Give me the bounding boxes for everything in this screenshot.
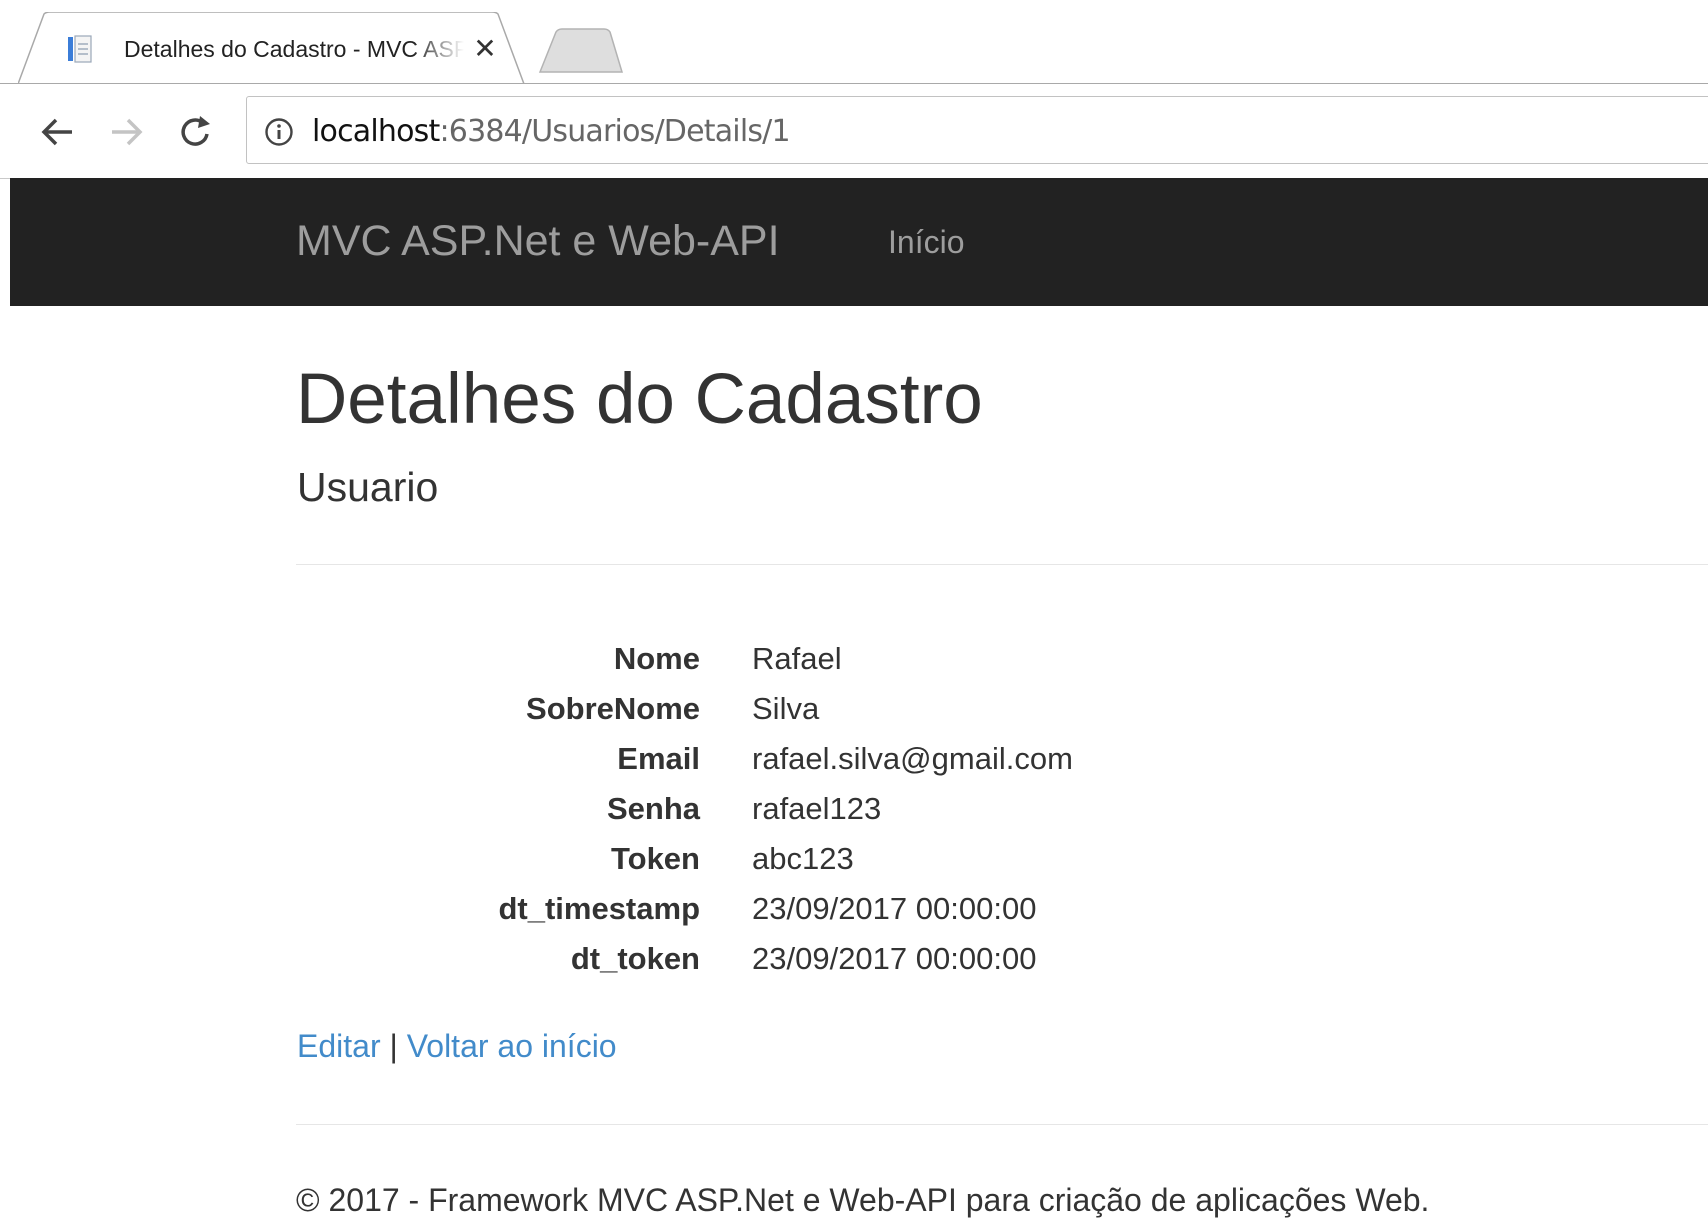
detail-label: Nome <box>613 641 700 676</box>
detail-row-dt-timestamp: dt_timestamp 23/09/2017 00:00:00 <box>0 884 1708 934</box>
new-tab-button[interactable] <box>538 28 624 74</box>
detail-label: Senha <box>606 791 700 826</box>
detail-row-dt-token: dt_token 23/09/2017 00:00:00 <box>0 934 1708 984</box>
detail-label: Token <box>611 841 700 876</box>
detail-value: abc123 <box>752 841 854 876</box>
link-separator: | <box>380 1028 407 1064</box>
edit-link[interactable]: Editar <box>297 1028 381 1064</box>
detail-label: dt_timestamp <box>498 891 700 926</box>
url-text[interactable]: localhost:6384/Usuarios/Details/1 <box>312 112 791 152</box>
action-links: Editar | Voltar ao início <box>297 1024 617 1068</box>
detail-value: 23/09/2017 00:00:00 <box>752 941 1037 976</box>
divider <box>296 564 1708 565</box>
url-path: :6384/Usuarios/Details/1 <box>439 114 790 149</box>
page-subtitle: Usuario <box>297 464 439 510</box>
page-title: Detalhes do Cadastro <box>296 360 983 439</box>
footer-divider <box>296 1124 1708 1125</box>
site-navbar <box>10 178 1708 306</box>
detail-value: 23/09/2017 00:00:00 <box>752 891 1037 926</box>
detail-row-token: Token abc123 <box>0 834 1708 884</box>
detail-row-nome: Nome Rafael <box>0 634 1708 684</box>
reload-icon[interactable] <box>176 112 216 152</box>
detail-row-senha: Senha rafael123 <box>0 784 1708 834</box>
detail-label: dt_token <box>570 941 700 976</box>
back-to-home-link[interactable]: Voltar ao início <box>407 1028 617 1064</box>
footer-text: © 2017 - Framework MVC ASP.Net e Web-API… <box>296 1182 1430 1218</box>
detail-value: Silva <box>752 691 820 726</box>
info-icon[interactable] <box>264 117 294 147</box>
detail-label: SobreNome <box>526 691 700 726</box>
navbar-brand[interactable]: MVC ASP.Net e Web-API <box>296 214 780 268</box>
page-favicon-icon <box>68 35 92 63</box>
tab-close-icon[interactable]: ✕ <box>470 34 500 64</box>
tab-title: Detalhes do Cadastro - MVC ASP.Net e Web… <box>124 36 464 62</box>
detail-value: rafael.silva@gmail.com <box>752 741 1073 776</box>
nav-link-inicio[interactable]: Início <box>888 222 964 262</box>
detail-label: Email <box>617 741 700 776</box>
forward-arrow-icon[interactable] <box>106 112 146 152</box>
back-arrow-icon[interactable] <box>38 112 78 152</box>
detail-value: rafael123 <box>752 791 882 826</box>
url-host: localhost <box>312 114 440 149</box>
detail-row-sobrenome: SobreNome Silva <box>0 684 1708 734</box>
detail-value: Rafael <box>752 641 842 676</box>
detail-row-email: Email rafael.silva@gmail.com <box>0 734 1708 784</box>
